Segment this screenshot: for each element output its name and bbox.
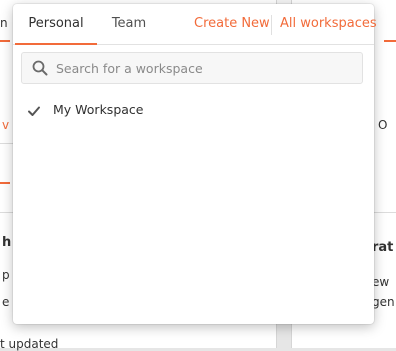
bg-text-fragment: ew xyxy=(372,275,390,289)
workspace-switcher-popover: Personal Team Create New All workspaces … xyxy=(13,4,377,324)
check-icon xyxy=(27,103,41,117)
bg-text-fragment: gen xyxy=(372,295,395,309)
bg-text-fragment: e xyxy=(2,295,10,309)
tab-personal[interactable]: Personal xyxy=(15,4,97,45)
bg-text-fragment: t updated xyxy=(0,337,59,351)
bg-text-fragment: v xyxy=(2,118,10,132)
bg-active-tab-indicator-right xyxy=(384,40,396,42)
workspace-tabs: Personal Team Create New All workspaces xyxy=(13,4,377,45)
bg-text-fragment: h xyxy=(2,235,12,250)
search-icon xyxy=(32,60,48,76)
workspace-search-box[interactable] xyxy=(21,52,363,84)
bg-active-tab-indicator xyxy=(0,40,10,42)
workspace-item-my-workspace[interactable]: My Workspace xyxy=(13,96,374,124)
workspace-search-input[interactable] xyxy=(56,53,356,83)
create-new-link[interactable]: Create New xyxy=(194,4,270,44)
workspace-item-label: My Workspace xyxy=(53,102,144,117)
bg-text-fragment: n xyxy=(0,16,8,30)
tab-team[interactable]: Team xyxy=(109,4,149,44)
bg-text-fragment: O xyxy=(378,118,388,132)
all-workspaces-link[interactable]: All workspaces xyxy=(280,4,377,44)
bg-text-fragment: rat xyxy=(372,240,394,255)
bg-text-fragment: p xyxy=(2,268,10,282)
link-separator xyxy=(271,15,272,35)
bg-accent-mark xyxy=(0,182,10,184)
